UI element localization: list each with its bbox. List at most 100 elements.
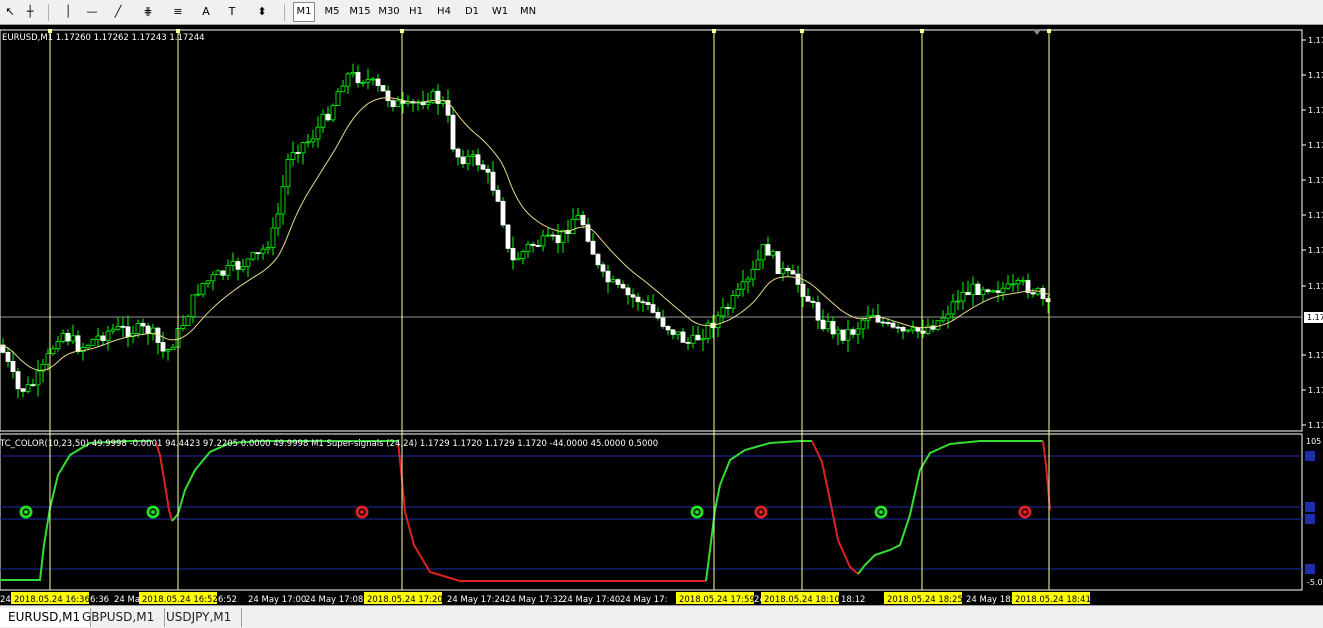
equidistant-channel-icon[interactable]: ⋕ bbox=[138, 2, 158, 22]
time-axis-label: 6:36 bbox=[90, 595, 109, 605]
horizontal-line-icon[interactable]: — bbox=[82, 2, 102, 22]
timeframe-m5-button[interactable]: M5 bbox=[320, 2, 344, 22]
time-axis-highlight-label: 2018.05.24 18:25 bbox=[887, 595, 963, 605]
bull-candle-body bbox=[210, 274, 216, 282]
bull-candle-body bbox=[230, 261, 236, 266]
timeframe-m30-button[interactable]: M30 bbox=[376, 2, 402, 22]
chart-tab-usdjpy-m1[interactable]: USDJPY,M1 bbox=[158, 608, 243, 627]
bull-candle-body bbox=[750, 268, 756, 280]
text-label-icon[interactable]: T bbox=[222, 2, 242, 22]
bear-candle-body bbox=[995, 290, 1001, 293]
bear-candle-body bbox=[640, 301, 646, 304]
bear-candle-body bbox=[355, 72, 361, 84]
timeframe-h1-button[interactable]: H1 bbox=[405, 2, 427, 22]
timeframe-w1-button[interactable]: W1 bbox=[489, 2, 511, 22]
bull-candle-body bbox=[1005, 283, 1011, 289]
bear-candle-body bbox=[810, 300, 816, 303]
bull-candle-body bbox=[525, 243, 531, 252]
bear-candle-body bbox=[805, 296, 811, 302]
bull-candle-body bbox=[205, 280, 211, 284]
timeframe-mn-button[interactable]: MN bbox=[515, 2, 541, 22]
bull-candle-body bbox=[185, 316, 191, 326]
time-axis-highlight-label: 2018.05.24 17:59 bbox=[679, 595, 755, 605]
buy-signal-marker[interactable] bbox=[19, 505, 33, 519]
timeframe-d1-button[interactable]: D1 bbox=[461, 2, 483, 22]
bull-candle-body bbox=[290, 152, 296, 160]
price-axis-label: 1.17 bbox=[1308, 71, 1323, 80]
time-axis-highlight-label: 2018.05.24 18:10 bbox=[764, 595, 840, 605]
chart-tab-gbpusd-m1[interactable]: GBPUSD,M1 bbox=[74, 608, 166, 627]
time-axis-label: 6:52 bbox=[218, 595, 237, 605]
chart-area[interactable]: 1.17 1.17 1.17 1.17 1.17 1.17 1.17 1.17 1.17 1.17… bbox=[0, 25, 1323, 605]
bull-candle-body bbox=[520, 251, 526, 259]
bear-candle-body bbox=[1030, 292, 1036, 295]
bear-candle-body bbox=[815, 302, 821, 321]
bear-candle-body bbox=[120, 325, 126, 328]
bear-candle-body bbox=[505, 224, 511, 249]
bull-candle-body bbox=[570, 218, 576, 234]
vertical-line-handle[interactable] bbox=[1047, 29, 1051, 33]
arrows-icon[interactable]: ⬍ bbox=[252, 2, 272, 22]
bull-candle-body bbox=[340, 85, 346, 93]
buy-signal-marker[interactable] bbox=[146, 505, 160, 519]
bear-candle-body bbox=[160, 342, 166, 352]
bear-candle-body bbox=[795, 273, 801, 285]
bear-candle-body bbox=[630, 294, 636, 298]
vertical-line-handle[interactable] bbox=[800, 29, 804, 33]
bear-candle-body bbox=[625, 287, 631, 296]
bear-candle-body bbox=[620, 284, 626, 289]
bull-candle-body bbox=[265, 246, 271, 250]
bear-candle-body bbox=[840, 329, 846, 341]
vertical-line-icon[interactable]: │ bbox=[58, 2, 78, 22]
bear-candle-body bbox=[900, 326, 906, 332]
bull-candle-body bbox=[1010, 283, 1016, 286]
timeframe-m15-button[interactable]: M15 bbox=[346, 2, 374, 22]
bear-candle-body bbox=[5, 351, 11, 362]
sell-signal-marker[interactable] bbox=[754, 505, 768, 519]
time-axis-label: 24 Ma bbox=[114, 595, 140, 605]
toolbar-separator bbox=[284, 4, 285, 21]
bear-candle-body bbox=[660, 317, 666, 327]
sell-signal-marker[interactable] bbox=[1018, 505, 1032, 519]
signal-marker-dot bbox=[695, 510, 699, 514]
signal-marker-dot bbox=[24, 510, 28, 514]
buy-signal-marker[interactable] bbox=[874, 505, 888, 519]
bull-candle-body bbox=[370, 78, 376, 81]
bull-candle-body bbox=[470, 154, 476, 157]
cursor-icon[interactable]: ↖ bbox=[0, 2, 20, 22]
timeframe-m1-button[interactable]: M1 bbox=[293, 2, 315, 22]
bear-candle-body bbox=[830, 321, 836, 335]
bull-candle-body bbox=[465, 155, 471, 165]
bull-candle-body bbox=[860, 319, 866, 330]
bull-candle-body bbox=[330, 105, 336, 121]
bull-candle-body bbox=[990, 290, 996, 293]
bear-candle-body bbox=[325, 113, 331, 121]
bear-candle-body bbox=[820, 319, 826, 330]
fibonacci-icon[interactable]: ≡ bbox=[168, 2, 188, 22]
bear-candle-body bbox=[380, 85, 386, 92]
candle bbox=[185, 314, 191, 326]
price-axis-label: 1.17 bbox=[1308, 386, 1323, 395]
bull-candle-body bbox=[270, 227, 276, 248]
trendline-icon[interactable]: ╱ bbox=[108, 2, 128, 22]
timeframe-h4-button[interactable]: H4 bbox=[432, 2, 456, 22]
vertical-line-handle[interactable] bbox=[712, 29, 716, 33]
bear-candle-body bbox=[480, 164, 486, 170]
vertical-line-handle[interactable] bbox=[400, 29, 404, 33]
time-axis-highlight-label: 2018.05.24 17:20 bbox=[367, 595, 443, 605]
bear-candle-body bbox=[385, 90, 391, 102]
vertical-line-handle[interactable] bbox=[920, 29, 924, 33]
text-icon[interactable]: A bbox=[196, 2, 216, 22]
bear-candle-body bbox=[75, 335, 81, 352]
sell-signal-marker[interactable] bbox=[355, 505, 369, 519]
bull-candle-body bbox=[780, 268, 786, 275]
bear-candle-body bbox=[580, 214, 586, 226]
bull-candle-body bbox=[1015, 279, 1021, 285]
buy-signal-marker[interactable] bbox=[690, 505, 704, 519]
bull-candle-body bbox=[310, 138, 316, 143]
bull-candle-body bbox=[845, 329, 851, 341]
bull-candle-body bbox=[95, 335, 101, 340]
candle bbox=[430, 88, 436, 105]
crosshair-icon[interactable]: ┼ bbox=[20, 2, 40, 22]
bear-candle-body bbox=[975, 283, 981, 295]
